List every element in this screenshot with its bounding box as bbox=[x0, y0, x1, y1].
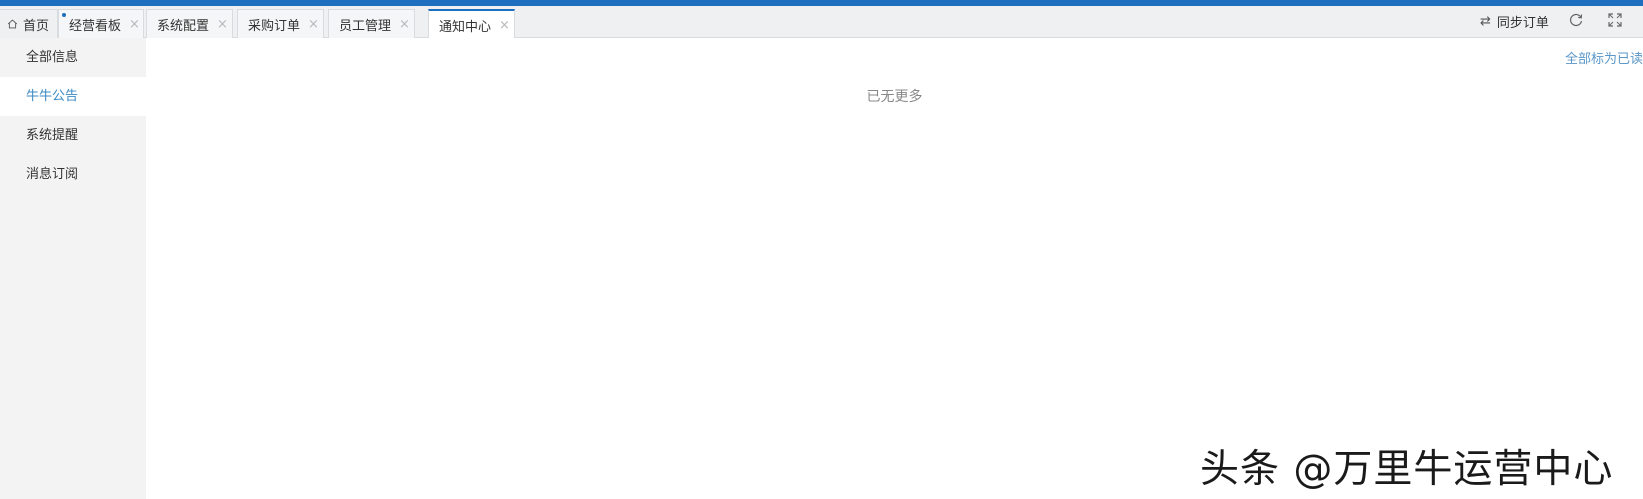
sidebar-item-label: 牛牛公告 bbox=[26, 89, 79, 104]
refresh-icon[interactable] bbox=[1568, 12, 1584, 28]
close-icon[interactable]: × bbox=[308, 17, 319, 32]
tab-label: 通知中心 bbox=[439, 19, 492, 35]
close-icon[interactable]: × bbox=[399, 17, 410, 32]
sync-orders-label: 同步订单 bbox=[1496, 16, 1549, 31]
sidebar-item-label: 系统提醒 bbox=[26, 128, 79, 143]
notification-list-panel: 全部标为已读 已无更多 bbox=[146, 38, 1643, 499]
tab-label: 系统配置 bbox=[157, 18, 210, 34]
tab-label: 采购订单 bbox=[248, 18, 301, 34]
tab-staff-management[interactable]: 员工管理 × bbox=[328, 9, 415, 38]
watermark: 头条 @万里牛运营中心 bbox=[1200, 447, 1614, 492]
close-icon[interactable]: × bbox=[499, 18, 510, 33]
tab-purchase-orders[interactable]: 采购订单 × bbox=[237, 9, 324, 38]
home-icon bbox=[7, 19, 18, 29]
sidebar-item-label: 全部信息 bbox=[26, 50, 79, 65]
empty-state-text: 已无更多 bbox=[866, 89, 923, 105]
tab-label: 首页 bbox=[22, 18, 49, 34]
sync-arrows-icon: ⇄ bbox=[1480, 14, 1491, 29]
sidebar-item-system-reminders[interactable]: 系统提醒 bbox=[0, 116, 146, 155]
fullscreen-icon[interactable] bbox=[1607, 12, 1623, 28]
close-icon[interactable]: × bbox=[217, 17, 228, 32]
notification-sidebar: 全部信息 牛牛公告 系统提醒 消息订阅 bbox=[0, 38, 146, 499]
tab-system-config[interactable]: 系统配置 × bbox=[146, 9, 233, 38]
mark-all-read-link[interactable]: 全部标为已读 bbox=[1565, 48, 1643, 67]
sidebar-item-all-messages[interactable]: 全部信息 bbox=[0, 38, 146, 77]
tab-bar: 首页 经营看板 × 系统配置 × 采购订单 × 员工管理 × 通知中心 × bbox=[0, 6, 1643, 39]
tab-home[interactable]: 首页 bbox=[0, 9, 58, 38]
sidebar-item-subscriptions[interactable]: 消息订阅 bbox=[0, 155, 146, 194]
sidebar-item-label: 消息订阅 bbox=[26, 167, 79, 182]
tab-dashboard[interactable]: 经营看板 × bbox=[58, 9, 144, 38]
tab-label: 经营看板 bbox=[69, 18, 122, 34]
unsaved-dot-indicator bbox=[62, 13, 66, 17]
sidebar-item-announcements[interactable]: 牛牛公告 bbox=[0, 77, 146, 116]
close-icon[interactable]: × bbox=[129, 17, 140, 32]
tab-notification-center[interactable]: 通知中心 × bbox=[428, 9, 515, 39]
tab-label: 员工管理 bbox=[339, 18, 392, 34]
sync-orders-button[interactable]: ⇄ 同步订单 bbox=[1480, 12, 1549, 31]
